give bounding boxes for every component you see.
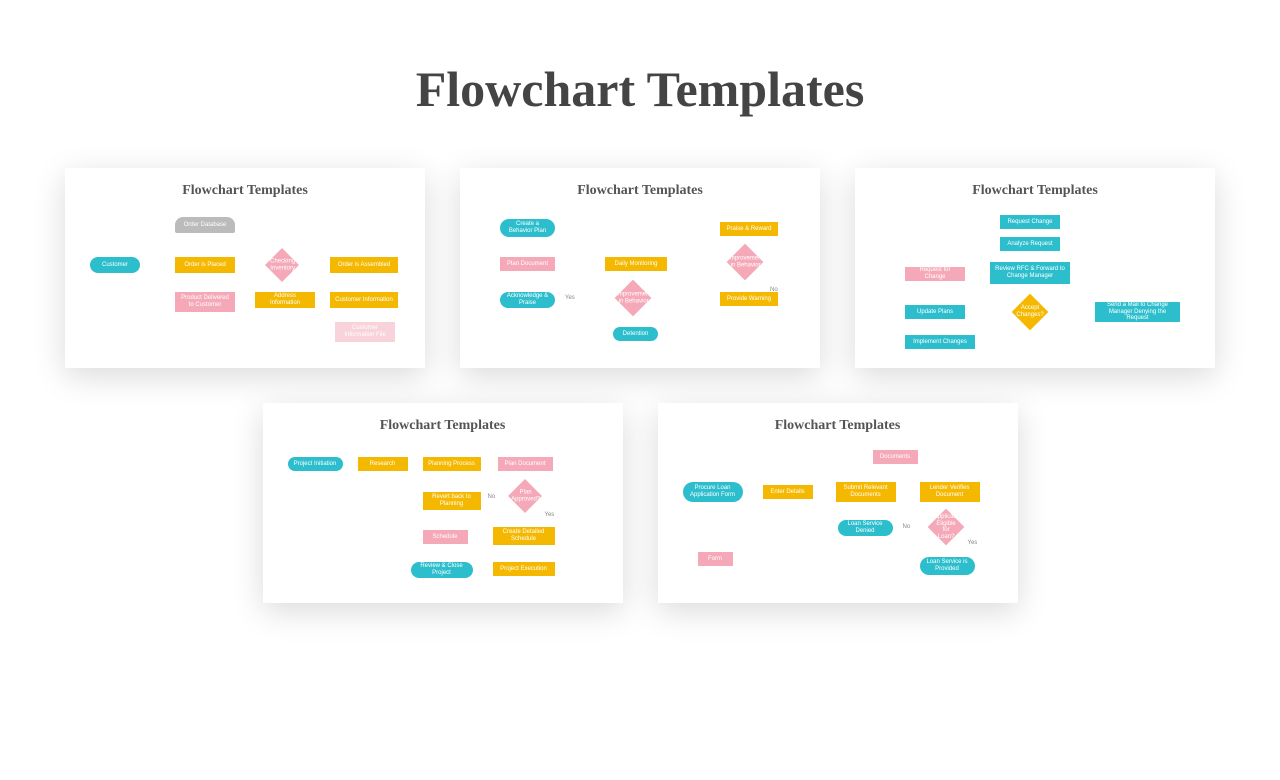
node-docs: Documents (873, 450, 918, 464)
flowchart-1: Customer Order Database Order is Placed … (75, 207, 415, 367)
node-procure: Procure Loan Application Form (683, 482, 743, 502)
node-approved: Plan Approved? (508, 479, 542, 513)
node-init: Project Initiation (288, 457, 343, 471)
node-detention: Detention (613, 327, 658, 341)
node-praise: Praise & Reward (720, 222, 778, 236)
node-analyze: Analyze Request (1000, 237, 1060, 251)
node-customer: Customer (90, 257, 140, 273)
template-card-1[interactable]: Flowchart Templates Customer Order Datab… (65, 168, 425, 368)
page-title: Flowchart Templates (0, 60, 1280, 118)
template-card-4[interactable]: Flowchart Templates Project Initiation R… (263, 403, 623, 603)
node-plan-doc: Plan Document (500, 257, 555, 271)
node-req-for: Request for Change (905, 267, 965, 281)
node-schedule: Schedule (423, 530, 468, 544)
node-req-change: Request Change (1000, 215, 1060, 229)
node-addr-info: Address Information (255, 292, 315, 308)
node-revert: Revert back to Planning (423, 492, 481, 510)
node-accept: Accept Changes? (1012, 294, 1049, 331)
node-review: Review RFC & Forward to Change Manager (990, 262, 1070, 284)
label-yes: Yes (968, 540, 978, 546)
node-enter: Enter Details (763, 485, 813, 499)
node-denied: Loan Service Denied (838, 520, 893, 536)
node-cust-file: Customer Information File (335, 322, 395, 342)
node-update: Update Plans (905, 305, 965, 319)
node-review-close: Review & Close Project (411, 562, 473, 578)
node-eligible: Applicant Eligible for Loan? (927, 509, 964, 546)
label-no: No (903, 524, 911, 530)
node-assembled: Order is Assembled (330, 257, 398, 273)
node-form: Form (698, 552, 733, 566)
node-order-placed: Order is Placed (175, 257, 235, 273)
node-research: Research (358, 457, 408, 471)
node-send-mail: Send a Mail to Change Manager Denying th… (1095, 302, 1180, 322)
node-verify: Lender Verifies Document (920, 482, 980, 502)
card-title: Flowchart Templates (75, 183, 415, 199)
node-implement: Implement Changes (905, 335, 975, 349)
card-title: Flowchart Templates (470, 183, 810, 199)
card-title: Flowchart Templates (865, 183, 1205, 199)
node-detailed: Create Detailed Schedule (493, 527, 555, 545)
node-create-plan: Create a Behavior Plan (500, 219, 555, 237)
node-plan-doc: Plan Document (498, 457, 553, 471)
flowchart-2: Create a Behavior Plan Plan Document Dai… (470, 207, 810, 367)
node-monitoring: Daily Monitoring (605, 257, 667, 271)
template-card-3[interactable]: Flowchart Templates Request Change Analy… (855, 168, 1215, 368)
node-cust-info: Customer Information (330, 292, 398, 308)
card-title: Flowchart Templates (273, 418, 613, 434)
node-provided: Loan Service is Provided (920, 557, 975, 575)
template-grid: Flowchart Templates Customer Order Datab… (0, 168, 1280, 603)
template-card-5[interactable]: Flowchart Templates Documents Procure Lo… (658, 403, 1018, 603)
node-submit: Submit Relevant Documents (836, 482, 896, 502)
node-ack: Acknowledge & Praise (500, 292, 555, 308)
flowchart-3: Request Change Analyze Request Request f… (865, 207, 1205, 367)
node-improve2: Improvement in Behavior (615, 280, 652, 317)
node-improve: Improvement in Behavior (727, 244, 764, 281)
node-order-db: Order Database (175, 217, 235, 233)
template-card-2[interactable]: Flowchart Templates Create a Behavior Pl… (460, 168, 820, 368)
label-no: No (488, 494, 496, 500)
flowchart-4: Project Initiation Research Planning Pro… (273, 442, 613, 602)
node-execute: Project Execution (493, 562, 555, 576)
flowchart-5: Documents Procure Loan Application Form … (668, 442, 1008, 602)
node-warn: Provide Warning (720, 292, 778, 306)
node-delivered: Product Delivered to Customer (175, 292, 235, 312)
node-check-inv: Checking Inventory (265, 248, 299, 282)
label-yes: Yes (545, 512, 555, 518)
node-planning: Planning Process (423, 457, 481, 471)
card-title: Flowchart Templates (668, 418, 1008, 434)
label-yes: Yes (565, 295, 575, 301)
